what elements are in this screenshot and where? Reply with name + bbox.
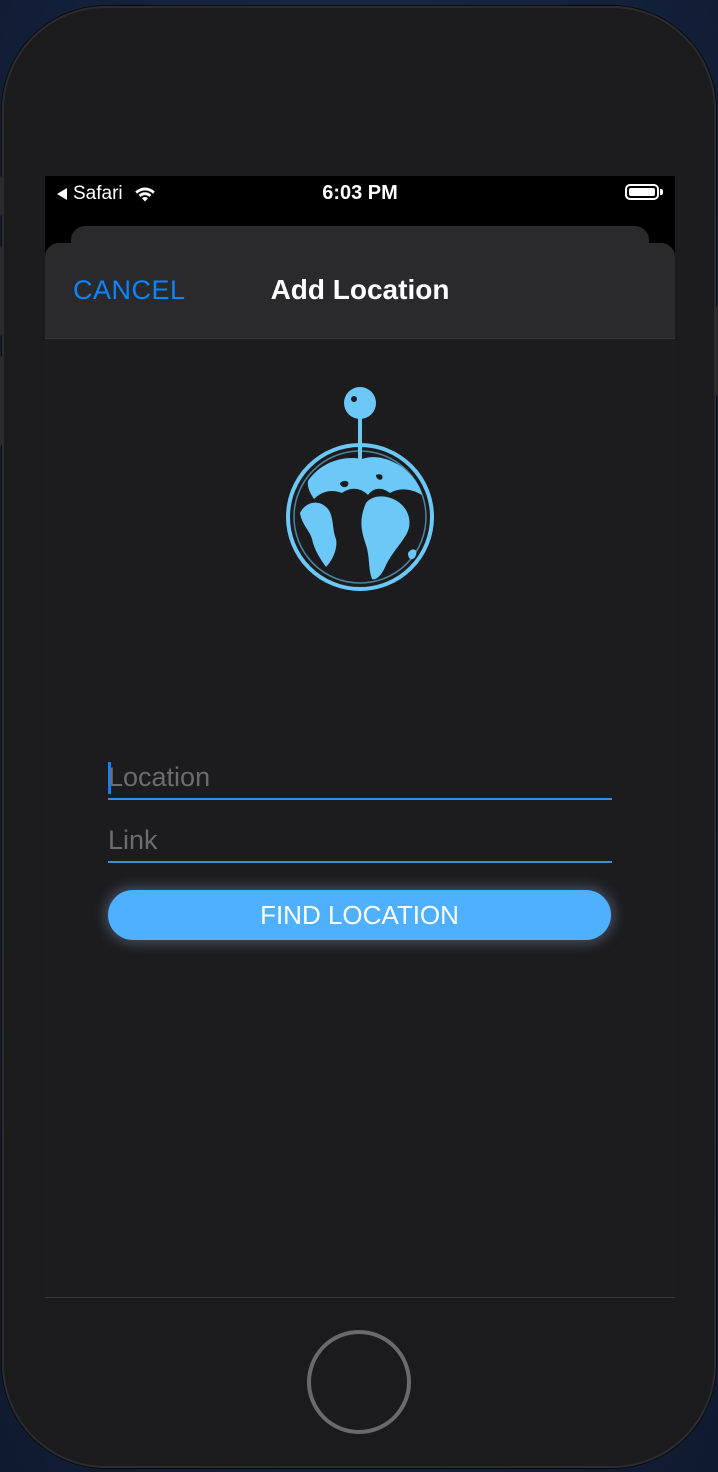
screen-bottom-divider	[45, 1297, 675, 1298]
navigation-bar: CANCEL Add Location	[45, 243, 675, 339]
volume-up-button	[0, 246, 2, 336]
volume-down-button	[0, 356, 2, 446]
find-location-button[interactable]: FIND LOCATION	[108, 890, 611, 940]
location-input[interactable]	[108, 758, 612, 798]
status-bar: Safari 6:03 PM	[45, 176, 675, 210]
globe-pin-icon	[286, 387, 434, 591]
link-input[interactable]	[108, 821, 612, 861]
home-button[interactable]	[307, 1330, 411, 1434]
add-location-sheet: CANCEL Add Location Location Link FIND L…	[45, 243, 675, 1298]
battery-icon	[625, 184, 663, 200]
link-field[interactable]	[108, 819, 612, 863]
mute-switch	[0, 176, 2, 216]
location-field[interactable]	[108, 756, 612, 800]
page-title: Add Location	[270, 274, 450, 305]
status-time: 6:03 PM	[322, 182, 398, 204]
phone-screen: Safari 6:03 PM CANCEL Add Location Locat…	[45, 176, 675, 1298]
